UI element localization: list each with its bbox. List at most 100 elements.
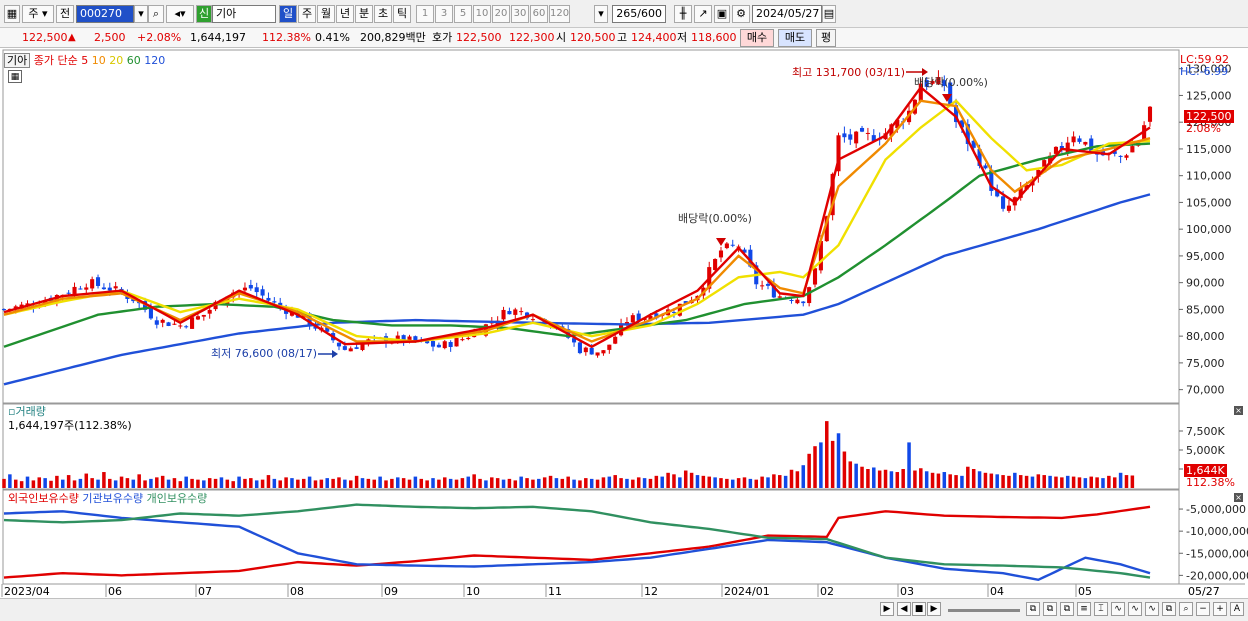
- zoom-out-icon[interactable]: −: [1196, 602, 1210, 616]
- candle-body-183: [1077, 138, 1082, 142]
- tool-icon-6[interactable]: ∿: [1111, 602, 1125, 616]
- zoom-in-icon[interactable]: +: [1213, 602, 1227, 616]
- scroll-right-icon[interactable]: ▶: [880, 602, 894, 616]
- stop-icon[interactable]: ■: [912, 602, 926, 616]
- volume-bar-60: [354, 475, 359, 488]
- candle-body-33: [195, 316, 200, 320]
- volume-bar-86: [507, 478, 512, 488]
- candle-body-101: [595, 352, 600, 356]
- volume-bar-74: [437, 479, 441, 488]
- holding-close-icon[interactable]: ×: [1234, 493, 1243, 502]
- volume-bar-174: [1024, 475, 1029, 488]
- ma120-line: [3, 193, 1151, 386]
- indiv-legend: 개인보유수량: [146, 492, 208, 505]
- volume-bar-20: [119, 476, 124, 488]
- volume-bar-163: [960, 475, 964, 488]
- chart-svg[interactable]: 70,000 75,000 80,000 85,000 90,000 95,000 100,…: [0, 0, 1248, 621]
- candle-body-182: [1071, 136, 1076, 143]
- candle-body-45: [266, 297, 271, 301]
- candle-body-35: [207, 309, 212, 314]
- volume-bar-84: [495, 478, 500, 488]
- candle-body-14: [84, 287, 89, 290]
- candle-body-107: [630, 315, 635, 323]
- tool-icon-2[interactable]: ⧉: [1043, 602, 1057, 616]
- volume-bar-5: [31, 480, 36, 488]
- price-tick-label-5: 95,000: [1186, 250, 1225, 263]
- tool-icon-4[interactable]: ≡: [1077, 602, 1091, 616]
- volume-bar-143: [842, 451, 847, 488]
- x-label-2: 07: [198, 585, 212, 598]
- candle-body-27: [160, 319, 165, 323]
- tool-icon-9[interactable]: ⧉: [1162, 602, 1176, 616]
- volume-bar-155: [913, 470, 917, 488]
- volume-bar-9: [55, 475, 59, 488]
- volume-bar-7: [43, 478, 47, 488]
- tool-icon-8[interactable]: ∿: [1145, 602, 1159, 616]
- candle-body-29: [172, 323, 177, 325]
- volume-bar-33: [196, 479, 200, 488]
- candle-body-184: [1083, 141, 1088, 145]
- volume-bar-181: [1065, 475, 1070, 488]
- volume-bar-15: [90, 478, 94, 488]
- volume-bar-102: [601, 477, 606, 488]
- volume-bar-161: [948, 474, 952, 488]
- volume-bar-50: [296, 479, 300, 488]
- volume-bar-105: [619, 478, 623, 488]
- tool-icon-5[interactable]: ⌶: [1094, 602, 1108, 616]
- volume-bar-62: [366, 478, 371, 488]
- candle-body-46: [272, 301, 277, 303]
- volume-bar-129: [760, 476, 764, 488]
- volume-bar-12: [72, 480, 77, 488]
- volume-bar-125: [736, 478, 741, 488]
- scroll-prev-icon[interactable]: ◀: [897, 602, 911, 616]
- zoom-slider[interactable]: [948, 609, 1020, 612]
- ma10-legend: 10: [91, 54, 106, 67]
- volume-bar-31: [184, 476, 188, 488]
- price-tick-label-2: 80,000: [1186, 330, 1225, 343]
- volume-bar-65: [384, 480, 388, 488]
- scroll-end-icon[interactable]: ▶: [927, 602, 941, 616]
- volume-close-icon[interactable]: ×: [1234, 406, 1243, 415]
- price-tick-label-7: 105,000: [1186, 196, 1232, 209]
- zoom-search-icon[interactable]: ⌕: [1179, 602, 1193, 616]
- volume-bar-55: [325, 478, 329, 488]
- volume-bar-158: [930, 472, 935, 488]
- candle-body-16: [95, 277, 101, 286]
- volume-bar-115: [678, 477, 682, 488]
- volume-bar-165: [971, 469, 976, 488]
- volume-bar-28: [166, 479, 171, 488]
- volume-bar-52: [307, 476, 312, 488]
- candle-body-19: [113, 286, 118, 289]
- x-label-9: 02: [820, 585, 834, 598]
- tool-icon-3[interactable]: ⧉: [1060, 602, 1074, 616]
- dividend-note-2: 배당락(0.00%): [914, 76, 988, 89]
- volume-bar-118: [695, 475, 700, 488]
- volume-bar-78: [460, 478, 465, 488]
- candle-body-102: [601, 350, 606, 354]
- volume-bar-38: [225, 479, 230, 488]
- volume-bar-36: [213, 478, 218, 488]
- volume-bar-100: [589, 478, 594, 488]
- candle-body-132: [777, 296, 782, 298]
- holding-tick-label-1: -10,000,000: [1186, 525, 1248, 538]
- price-tick-label-0: 70,000: [1186, 384, 1225, 397]
- x-label-3: 08: [290, 585, 304, 598]
- volume-bar-51: [301, 478, 306, 488]
- tool-icon-7[interactable]: ∿: [1128, 602, 1142, 616]
- font-size-icon[interactable]: A: [1230, 602, 1244, 616]
- volume-bar-159: [936, 473, 941, 488]
- volume-bar-157: [924, 471, 929, 488]
- candle-body-43: [254, 287, 259, 293]
- stock-label[interactable]: 기아: [4, 53, 31, 68]
- volume-bar-80: [472, 474, 476, 488]
- candle-body-13: [78, 288, 83, 290]
- volume-bar-168: [989, 473, 994, 488]
- table-icon[interactable]: ▦: [8, 70, 22, 83]
- candle-body-88: [519, 311, 524, 313]
- volume-bar-43: [254, 480, 259, 488]
- candle-body-145: [854, 131, 859, 144]
- x-label-7: 12: [644, 585, 658, 598]
- volume-bar-166: [977, 471, 982, 488]
- candle-body-12: [72, 286, 77, 294]
- tool-icon-1[interactable]: ⧉: [1026, 602, 1040, 616]
